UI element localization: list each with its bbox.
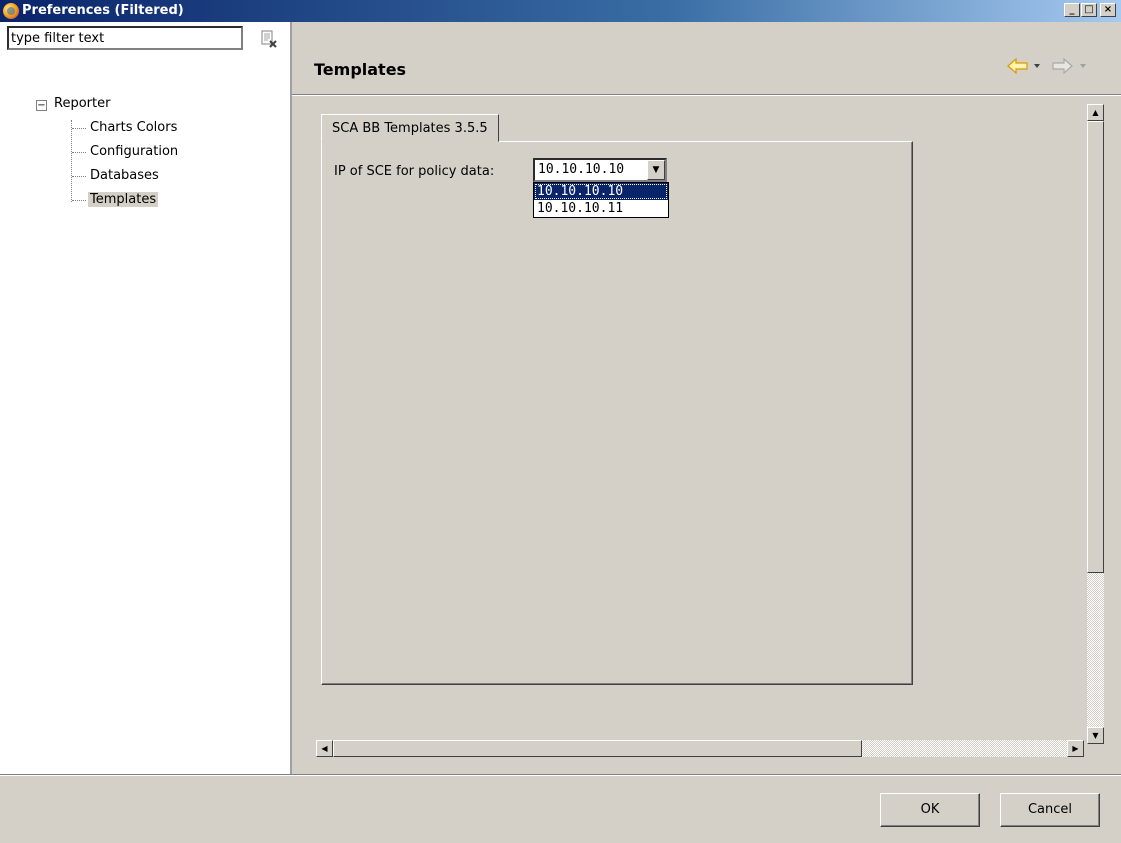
ip-option[interactable]: 10.10.10.10 xyxy=(534,183,668,200)
horizontal-scroll-thumb[interactable] xyxy=(333,740,862,757)
ip-combo[interactable]: 10.10.10.10 ▼ xyxy=(533,158,667,182)
tab-panel: IP of SCE for policy data: 10.10.10.10 ▼… xyxy=(321,141,913,685)
forward-arrow-icon[interactable] xyxy=(1051,58,1073,74)
tab-sca-bb-templates[interactable]: SCA BB Templates 3.5.5 xyxy=(321,114,499,142)
close-button[interactable]: × xyxy=(1100,3,1116,17)
page-title: Templates xyxy=(314,60,407,79)
minimize-button[interactable]: _ xyxy=(1064,3,1080,17)
scroll-down-icon[interactable]: ▼ xyxy=(1087,727,1104,744)
tree-connector xyxy=(72,152,86,154)
tree-connector xyxy=(72,176,86,178)
clear-filter-icon[interactable] xyxy=(261,30,277,48)
ip-label: IP of SCE for policy data: xyxy=(334,164,495,179)
preferences-window: Preferences (Filtered) _ □ × − Reporter … xyxy=(0,0,1121,843)
page-navigation xyxy=(1007,56,1107,74)
scroll-left-icon[interactable]: ◀ xyxy=(316,740,333,757)
vertical-scroll-thumb[interactable] xyxy=(1087,121,1104,573)
chevron-down-icon[interactable]: ▼ xyxy=(647,160,665,180)
tree-connector xyxy=(72,200,86,202)
ok-button[interactable]: OK xyxy=(880,793,980,827)
header-separator xyxy=(292,94,1121,96)
filter-input[interactable] xyxy=(7,26,243,50)
back-dropdown-icon[interactable] xyxy=(1033,62,1041,70)
tree-item-reporter[interactable]: Reporter xyxy=(54,96,110,111)
ip-dropdown-list: 10.10.10.10 10.10.10.11 xyxy=(533,182,669,218)
ip-option[interactable]: 10.10.10.11 xyxy=(534,200,668,217)
scroll-right-icon[interactable]: ▶ xyxy=(1067,740,1084,757)
title-bar[interactable]: Preferences (Filtered) _ □ × xyxy=(0,0,1121,22)
tree-connector xyxy=(71,120,73,202)
tree-item-configuration[interactable]: Configuration xyxy=(88,144,180,159)
tree-connector xyxy=(72,128,86,130)
collapse-icon[interactable]: − xyxy=(36,100,47,111)
preference-page: Templates SCA BB Templates 3.5.5 IP of S… xyxy=(292,22,1121,774)
ip-combo-value: 10.10.10.10 xyxy=(538,162,625,177)
horizontal-scrollbar[interactable]: ◀ ▶ xyxy=(316,740,1084,757)
scroll-up-icon[interactable]: ▲ xyxy=(1087,104,1104,121)
app-icon xyxy=(3,3,19,19)
tree-item-templates[interactable]: Templates xyxy=(88,192,159,207)
cancel-button[interactable]: Cancel xyxy=(1000,793,1100,827)
forward-dropdown-icon[interactable] xyxy=(1079,62,1087,70)
back-arrow-icon[interactable] xyxy=(1007,58,1029,74)
tree-item-databases[interactable]: Databases xyxy=(88,168,161,183)
vertical-scrollbar[interactable]: ▲ ▼ xyxy=(1087,104,1104,744)
preferences-tree-pane: − Reporter Charts Colors Configuration D… xyxy=(0,22,292,774)
footer-separator xyxy=(0,774,1121,776)
maximize-button[interactable]: □ xyxy=(1081,3,1097,17)
window-title: Preferences (Filtered) xyxy=(22,3,184,18)
tree-item-charts-colors[interactable]: Charts Colors xyxy=(88,120,179,135)
